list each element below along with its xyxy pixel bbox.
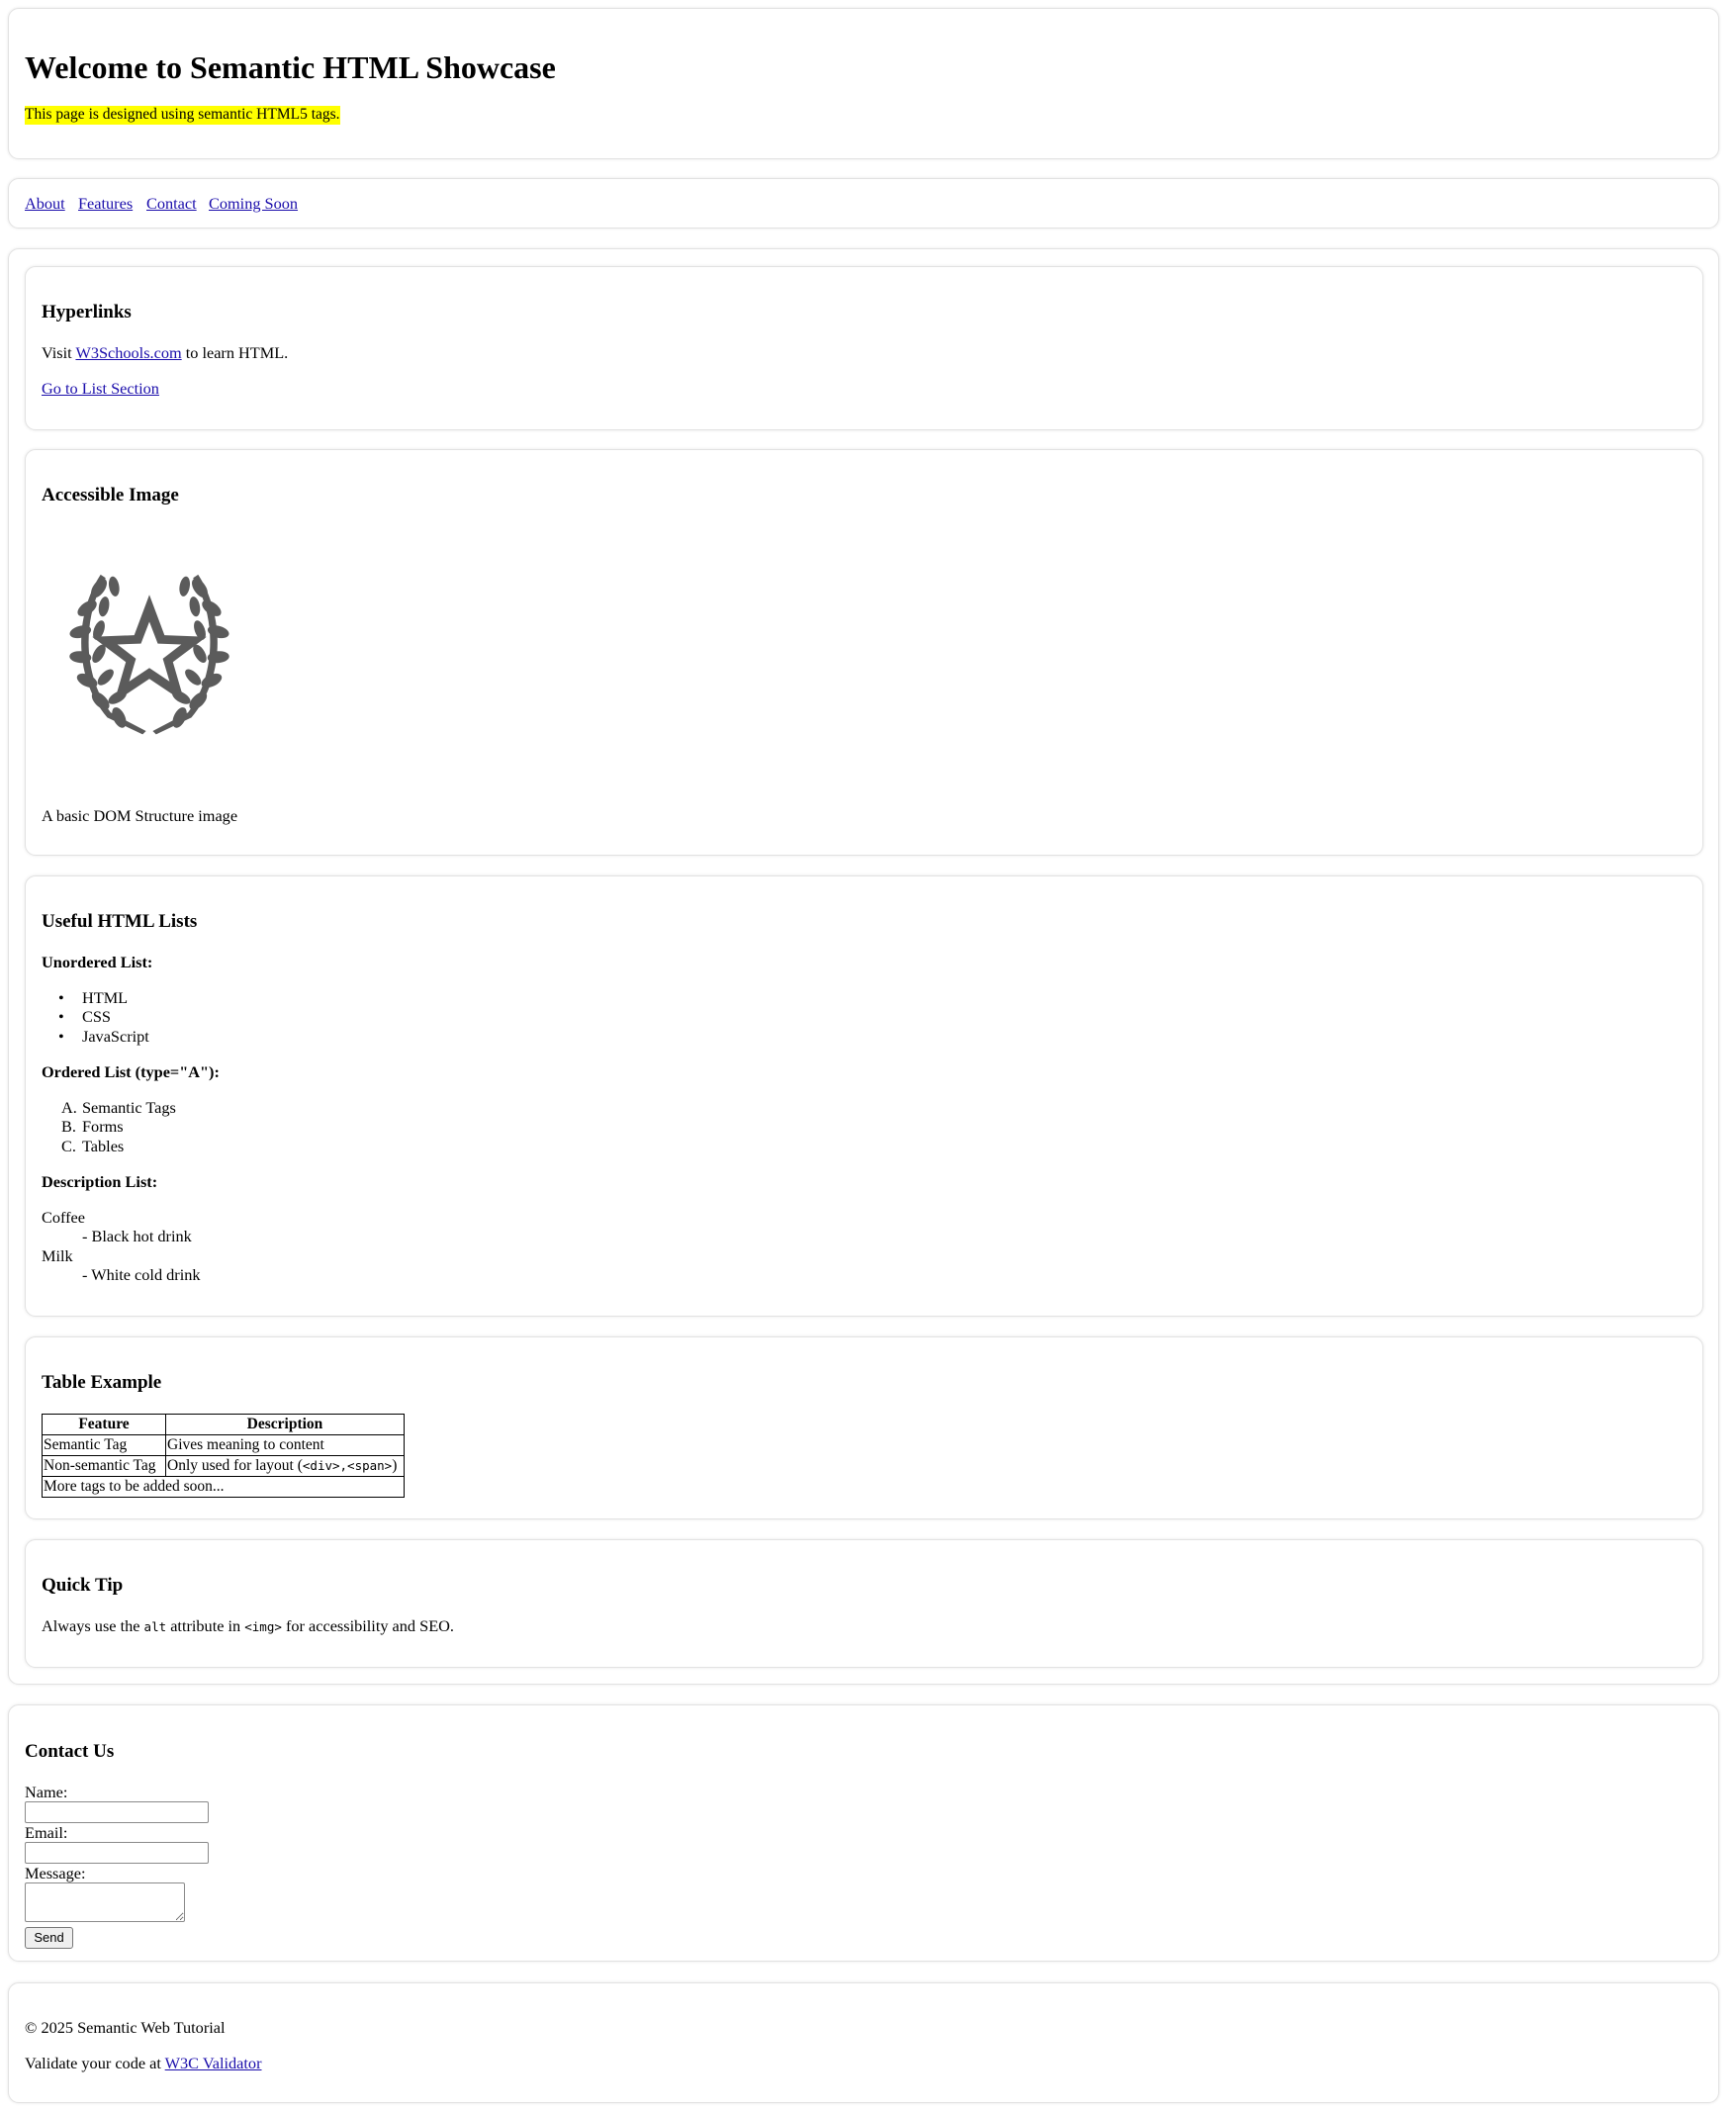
tip-part: attribute in xyxy=(166,1616,245,1635)
visit-prefix: Visit xyxy=(42,343,76,362)
table-header-cell: Description xyxy=(165,1414,405,1435)
tip-heading: Quick Tip xyxy=(42,1575,124,1596)
table-cell: Semantic Tag xyxy=(42,1434,166,1456)
main-nav: About Features Contact Coming Soon xyxy=(8,178,1719,229)
w3c-validator-link[interactable]: W3C Validator xyxy=(165,2054,262,2072)
unordered-label: Unordered List: xyxy=(42,953,153,971)
cell-text-suffix: ) xyxy=(392,1456,398,1474)
table-row: More tags to be added soon... xyxy=(42,1476,405,1498)
tip-code: alt xyxy=(143,1619,167,1634)
message-label: Message: xyxy=(25,1864,86,1882)
description-term: Coffee xyxy=(42,1208,86,1227)
table-header-cell: Feature xyxy=(42,1414,166,1435)
intro-highlight: This page is designed using semantic HTM… xyxy=(25,106,340,125)
nav-link-contact[interactable]: Contact xyxy=(146,194,197,214)
page-footer: © 2025 Semantic Web Tutorial Validate yo… xyxy=(8,1982,1719,2103)
list-item: Forms xyxy=(82,1117,124,1136)
list-item: HTML xyxy=(82,988,129,1007)
tip-part: for accessibility and SEO. xyxy=(281,1616,454,1635)
list-item: Tables xyxy=(82,1137,125,1155)
cell-text: Only used for layout ( xyxy=(167,1456,303,1474)
nav-link-features[interactable]: Features xyxy=(78,194,133,214)
nav-link-coming-soon[interactable]: Coming Soon xyxy=(209,194,298,214)
validate-paragraph: Validate your code at W3C Validator xyxy=(25,2054,262,2073)
table-cell: Gives meaning to content xyxy=(165,1434,405,1456)
cell-code: <div>,<span> xyxy=(302,1457,393,1473)
ordered-marker: A. xyxy=(61,1098,77,1117)
name-field[interactable] xyxy=(25,1801,209,1823)
ordered-marker: B. xyxy=(61,1117,76,1136)
w3schools-link[interactable]: W3Schools.com xyxy=(75,343,181,362)
bullet-marker: • xyxy=(58,1027,64,1046)
list-item: CSS xyxy=(82,1007,111,1026)
lists-section: Useful HTML Lists Unordered List: • HTML… xyxy=(25,875,1703,1317)
name-label: Name: xyxy=(25,1783,68,1801)
tip-text: Always use the alt attribute in <img> fo… xyxy=(42,1616,454,1636)
tip-part: Always use the xyxy=(42,1616,144,1635)
copyright-text: © 2025 Semantic Web Tutorial xyxy=(25,2018,226,2037)
visit-paragraph: Visit W3Schools.com to learn HTML. xyxy=(42,343,288,363)
page-title: Welcome to Semantic HTML Showcase xyxy=(25,49,556,85)
description-term: Milk xyxy=(42,1246,73,1265)
description-definition: - White cold drink xyxy=(82,1265,201,1284)
table-row: Semantic Tag Gives meaning to content xyxy=(42,1434,405,1456)
ordered-marker: C. xyxy=(61,1137,76,1155)
bullet-marker: • xyxy=(58,1007,64,1026)
tip-code: <img> xyxy=(244,1619,282,1634)
table-cell: Only used for layout (<div>,<span>) xyxy=(165,1455,405,1477)
table-footer-cell: More tags to be added soon... xyxy=(42,1476,405,1498)
feature-table: Feature Description Semantic Tag Gives m… xyxy=(42,1414,405,1498)
lists-heading: Useful HTML Lists xyxy=(42,911,198,932)
laurel-star-emblem-icon xyxy=(69,574,229,735)
image-heading: Accessible Image xyxy=(42,485,179,505)
description-definition: - Black hot drink xyxy=(82,1227,192,1245)
bullet-marker: • xyxy=(58,988,64,1007)
contact-heading: Contact Us xyxy=(25,1741,115,1762)
email-label: Email: xyxy=(25,1823,68,1842)
validate-prefix: Validate your code at xyxy=(25,2054,165,2072)
table-heading: Table Example xyxy=(42,1372,162,1393)
send-button[interactable]: Send xyxy=(25,1927,73,1949)
main-content: Hyperlinks Visit W3Schools.com to learn … xyxy=(8,248,1719,1685)
hyperlinks-section: Hyperlinks Visit W3Schools.com to learn … xyxy=(25,266,1703,430)
ordered-label: Ordered List (type="A"): xyxy=(42,1062,220,1081)
table-cell: Non-semantic Tag xyxy=(42,1455,166,1477)
table-section: Table Example Feature Description Semant… xyxy=(25,1336,1703,1519)
image-caption: A basic DOM Structure image xyxy=(42,806,238,825)
page-header: Welcome to Semantic HTML Showcase This p… xyxy=(8,8,1719,159)
nav-link-about[interactable]: About xyxy=(25,194,65,214)
image-section: Accessible Image A basic DOM Structure i… xyxy=(25,449,1703,856)
description-label: Description List: xyxy=(42,1172,158,1191)
list-item: Semantic Tags xyxy=(82,1098,176,1117)
message-field[interactable] xyxy=(25,1882,185,1922)
contact-section: Contact Us Name: Email: Message: Send xyxy=(8,1704,1719,1962)
go-to-list-link[interactable]: Go to List Section xyxy=(42,379,159,399)
list-item: JavaScript xyxy=(82,1027,149,1046)
tip-section: Quick Tip Always use the alt attribute i… xyxy=(25,1539,1703,1668)
table-header-row: Feature Description xyxy=(42,1414,405,1435)
hyperlinks-heading: Hyperlinks xyxy=(42,302,132,322)
email-field[interactable] xyxy=(25,1842,209,1864)
table-row: Non-semantic Tag Only used for layout (<… xyxy=(42,1455,405,1477)
visit-suffix: to learn HTML. xyxy=(181,343,289,362)
